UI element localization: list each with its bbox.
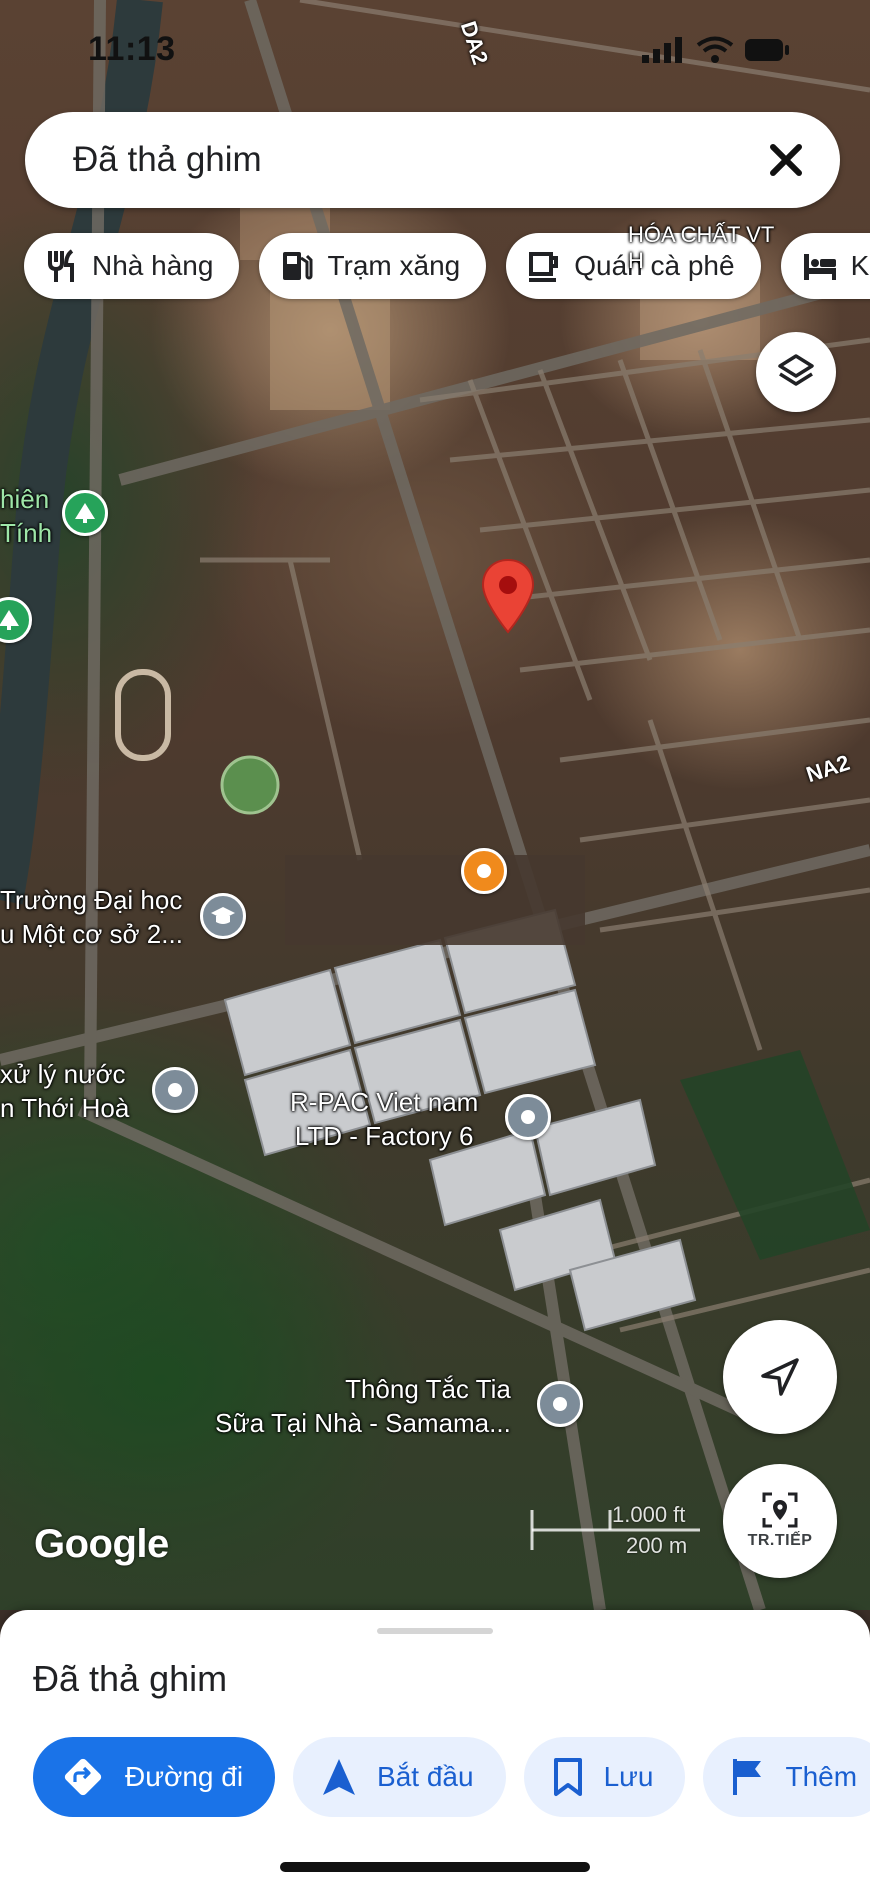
directions-button[interactable]: Đường đi: [33, 1737, 276, 1817]
status-bar: 11:13: [0, 0, 870, 100]
layers-button[interactable]: [756, 332, 836, 412]
poi-dot: [477, 864, 491, 878]
status-icons: [642, 36, 790, 64]
graduation-cap-icon: [211, 907, 235, 924]
poi-label-service: Thông Tắc Tia Sữa Tại Nhà - Samama...: [215, 1374, 511, 1438]
map-view[interactable]: 11:13 Đã thả ghim Nhà hàng Trạm xăng Quá…: [0, 0, 870, 1610]
university-poi[interactable]: [200, 893, 246, 939]
next-up-label: TR.TIẾP: [747, 1532, 813, 1549]
place-title: Đã thả ghim: [33, 1658, 228, 1699]
drag-handle[interactable]: [377, 1628, 493, 1634]
scale-label-m: 200 m: [626, 1533, 688, 1558]
tree-icon: [0, 610, 19, 630]
flag-icon: [733, 1759, 762, 1795]
poi-label-water: xử lý nước n Thới Hoà: [0, 1059, 130, 1123]
coffee-cup-icon: [529, 252, 559, 282]
tree-icon: [75, 503, 95, 523]
scale-label-ft: 1.000 ft: [612, 1502, 686, 1527]
water-treatment-poi[interactable]: [152, 1067, 198, 1113]
factory-poi[interactable]: [505, 1094, 551, 1140]
chip-gas-stations[interactable]: Trạm xăng: [259, 233, 487, 299]
close-button[interactable]: [762, 136, 810, 184]
battery-icon: [745, 39, 789, 61]
poi-dot: [168, 1083, 182, 1097]
poi-label-factory: R-PAC Viet nam LTD - Factory 6: [290, 1087, 479, 1151]
home-indicator: [280, 1862, 590, 1872]
search-bar[interactable]: Đã thả ghim: [25, 112, 840, 208]
orange-poi[interactable]: [461, 848, 507, 894]
action-label: Thêm: [785, 1761, 858, 1792]
google-logo: Google: [34, 1522, 169, 1566]
bookmark-icon: [553, 1758, 582, 1796]
signal-icon: [642, 37, 682, 63]
location-arrow-icon: [761, 1358, 799, 1396]
action-label: Bắt đầu: [377, 1761, 474, 1792]
service-poi[interactable]: [537, 1381, 583, 1427]
poi-label-park: hiên Tính: [0, 484, 53, 548]
chip-restaurants[interactable]: Nhà hàng: [24, 233, 240, 299]
wifi-icon: [696, 36, 734, 63]
action-buttons: Đường đi Bắt đầu Lưu Thêm: [33, 1737, 870, 1817]
poi-label-university: Trường Đại học u Một cơ sở 2...: [0, 885, 183, 949]
poi-label-chemical: HÓA CHẤT VT H: [628, 222, 775, 273]
my-location-button[interactable]: [723, 1320, 837, 1434]
park-poi[interactable]: [62, 490, 108, 536]
navigation-arrow-icon: [323, 1759, 356, 1795]
close-icon: [770, 144, 802, 176]
poi-dot: [553, 1397, 567, 1411]
search-text: Đã thả ghim: [73, 140, 262, 179]
start-button[interactable]: Bắt đầu: [293, 1737, 506, 1817]
chip-label: Kh: [850, 250, 870, 281]
action-label: Đường đi: [125, 1761, 244, 1792]
poi-dot: [521, 1110, 535, 1124]
chip-hotels[interactable]: Kh: [780, 233, 870, 299]
more-button[interactable]: Thêm: [703, 1737, 870, 1817]
action-label: Lưu: [603, 1761, 654, 1792]
dropped-pin-icon[interactable]: [480, 558, 536, 634]
gas-station-icon: [283, 252, 313, 280]
save-button[interactable]: Lưu: [523, 1737, 686, 1817]
status-time: 11:13: [88, 30, 176, 68]
bed-icon: [803, 254, 836, 280]
layers-icon: [778, 354, 814, 386]
map-scale: 1.000 ft 200 m: [530, 1500, 710, 1560]
scan-pin-icon: [762, 1492, 798, 1528]
directions-icon: [64, 1758, 102, 1796]
chip-label: Trạm xăng: [327, 250, 461, 281]
chip-label: Nhà hàng: [92, 250, 214, 281]
place-bottom-sheet[interactable]: Đã thả ghim Đường đi Bắt đầu Lưu Thêm: [0, 1610, 870, 1883]
next-up-button[interactable]: TR.TIẾP: [723, 1464, 837, 1578]
fork-knife-icon: [48, 249, 74, 282]
